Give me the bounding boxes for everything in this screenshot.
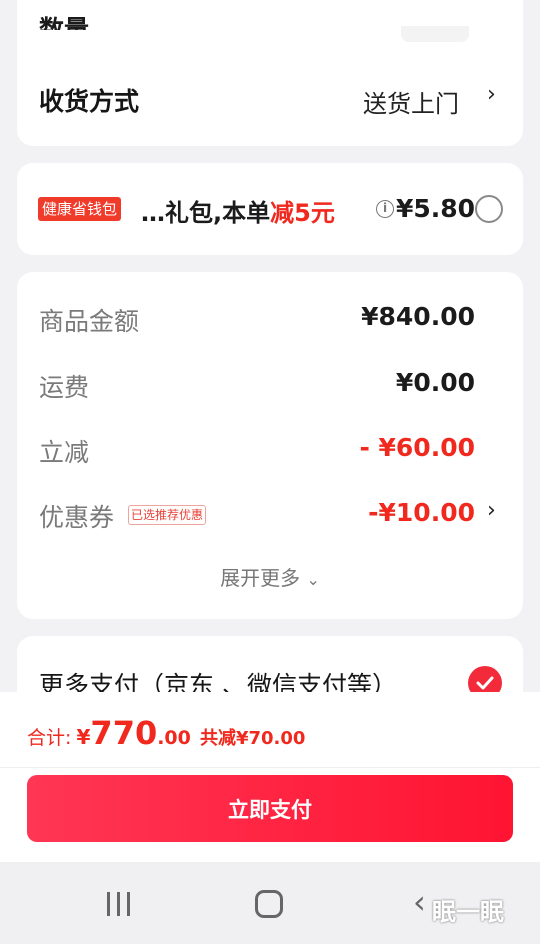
total-saved: 共减¥70.00 bbox=[199, 728, 306, 749]
coupon-recommended-tag: 已选推荐优惠 bbox=[128, 505, 207, 525]
watermark-text: 眠一眠 bbox=[432, 898, 504, 926]
promo-price: ¥5.80 bbox=[396, 194, 476, 223]
chevron-right-icon: › bbox=[487, 498, 496, 523]
total-amount: 770 bbox=[90, 714, 158, 752]
goods-amount-row: 商品金额 ¥840.00 bbox=[17, 302, 523, 338]
promo-discount: 减5元 bbox=[270, 199, 335, 227]
delivery-method-row[interactable]: 收货方式 送货上门 › bbox=[17, 80, 523, 120]
promo-select-radio[interactable] bbox=[475, 195, 503, 223]
delivery-method-label: 收货方式 bbox=[39, 87, 140, 116]
goods-amount-value: ¥840.00 bbox=[361, 302, 475, 331]
coupon-value: -¥10.00 bbox=[368, 498, 475, 527]
expand-more-label: 展开更多 bbox=[220, 566, 301, 590]
price-breakdown-card: 商品金额 ¥840.00 运费 ¥0.00 立减 - ¥60.00 优惠券 已选… bbox=[17, 272, 523, 619]
coupon-label: 优惠券 bbox=[39, 503, 115, 532]
chevron-down-icon: ⌄ bbox=[306, 570, 320, 589]
instant-discount-label: 立减 bbox=[39, 438, 90, 467]
back-icon[interactable]: ‹ bbox=[413, 886, 426, 918]
quantity-stepper[interactable] bbox=[401, 26, 469, 42]
info-icon[interactable]: i bbox=[376, 200, 394, 218]
total-currency: ¥ bbox=[76, 725, 91, 749]
total-summary: 合计: ¥770.00 共减¥70.00 bbox=[27, 714, 305, 754]
coupon-row[interactable]: 优惠券 已选推荐优惠 -¥10.00 › bbox=[17, 498, 523, 534]
chevron-right-icon: › bbox=[487, 82, 496, 107]
system-nav-bar: ‹ 眠一眠 bbox=[0, 862, 540, 944]
footer-divider bbox=[0, 767, 540, 768]
expand-more-button[interactable]: 展开更多 ⌄ bbox=[17, 562, 523, 591]
shipping-label: 运费 bbox=[39, 373, 90, 402]
instant-discount-value: - ¥60.00 bbox=[359, 433, 475, 462]
total-label: 合计: bbox=[27, 727, 72, 749]
checkout-footer: 合计: ¥770.00 共减¥70.00 立即支付 bbox=[0, 692, 540, 862]
quantity-label: 数量 bbox=[39, 15, 90, 30]
recent-apps-icon[interactable] bbox=[107, 892, 133, 916]
home-icon[interactable] bbox=[255, 890, 283, 918]
shipping-value: ¥0.00 bbox=[395, 368, 475, 397]
promo-text: …礼包,本单减5元 bbox=[141, 193, 335, 228]
goods-amount-label: 商品金额 bbox=[39, 307, 140, 336]
shipping-row: 运费 ¥0.00 bbox=[17, 368, 523, 404]
health-wallet-badge: 健康省钱包 bbox=[38, 197, 122, 221]
health-wallet-card: 健康省钱包 …礼包,本单减5元 i ¥5.80 bbox=[17, 163, 523, 255]
delivery-method-value: 送货上门 bbox=[363, 90, 459, 118]
total-decimal: .00 bbox=[157, 727, 191, 749]
promo-description: …礼包,本单 bbox=[141, 199, 271, 227]
order-options-card: 数量 收货方式 送货上门 › bbox=[17, 0, 523, 146]
instant-discount-row: 立减 - ¥60.00 bbox=[17, 433, 523, 469]
pay-now-button[interactable]: 立即支付 bbox=[27, 775, 513, 842]
pay-now-label: 立即支付 bbox=[228, 797, 312, 822]
